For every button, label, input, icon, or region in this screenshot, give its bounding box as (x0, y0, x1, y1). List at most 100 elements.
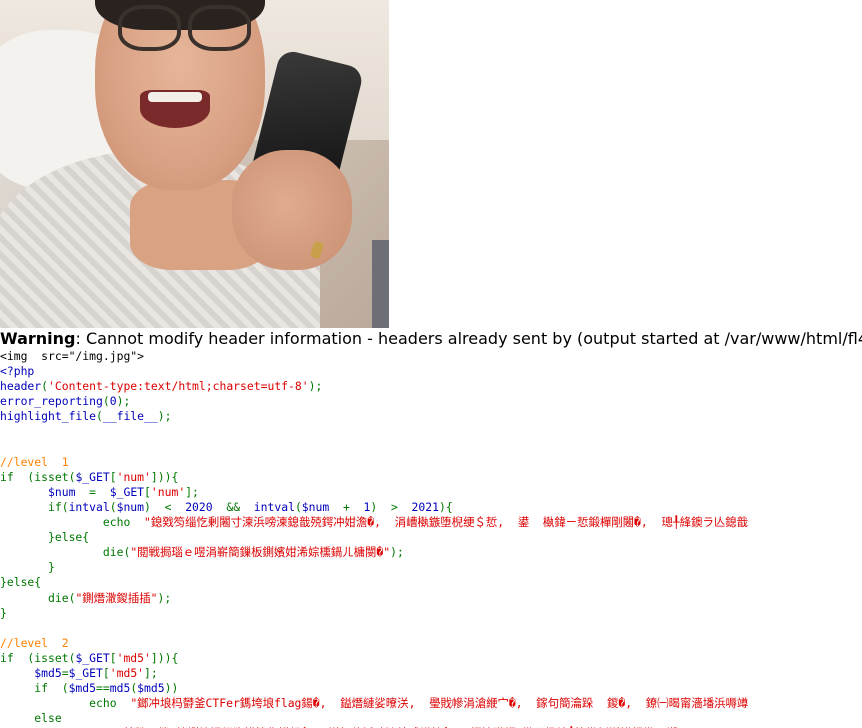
code-token: 2021 (411, 499, 439, 514)
code-token: = (89, 484, 110, 499)
code-token: "鎴戣笉缁忔剰闂寸湅浜嗙湅鎴戠殑鍔冲姏澹�, 涓嶆槸鏃堕棿绠＄悊, 鍙 槸鍏ㄧ悊… (144, 515, 749, 530)
code-line: if (isset($_GET['num'])){ (0, 470, 862, 485)
code-token: "閲戦挶瑙ｅ喅涓嶄簡鏁板鍘嬪姏浠婃櫄鍋ㄦ槦閿�" (130, 545, 391, 560)
code-token: } (0, 605, 7, 620)
photo-glasses-left (118, 5, 181, 51)
code-line: echo "鎴戣笉缁忔剰闂寸湅浜嗙湅鎴戠殑鍔冲姏澹�, 涓嶆槸鏃堕棿绠＄悊, 鍙… (0, 515, 862, 530)
code-token: else (0, 711, 62, 726)
code-token: ); (308, 379, 323, 394)
code-token: echo (0, 696, 131, 711)
code-token: ); (116, 394, 131, 409)
code-token: } (0, 560, 55, 575)
code-token: $num (116, 499, 145, 514)
code-token: + (342, 499, 364, 514)
code-token: [ (102, 665, 110, 680)
code-token: 'md5' (116, 650, 151, 665)
code-token: if (isset( (0, 650, 76, 665)
code-token: "鎯冲埌杩欎釜CTFer鎷垮埌flag鍚�, 鎰熸縺娑曢浂, 璺戝幓涓滄緶宀�,… (130, 696, 749, 711)
code-token: highlight_file (0, 409, 97, 424)
code-token: <img src="/img.jpg"> (0, 349, 145, 363)
code-line: //level 1 (0, 455, 862, 470)
header-photo (0, 0, 389, 328)
code-token: ); (157, 409, 172, 424)
code-token: intval (253, 499, 295, 514)
code-token: die( (0, 590, 76, 605)
code-token: if (isset( (0, 469, 76, 484)
code-token: }else{ (0, 530, 90, 545)
code-token: die( (0, 545, 131, 560)
code-token: [ (109, 650, 117, 665)
code-token: ]; (144, 665, 158, 680)
code-token: == (96, 681, 110, 696)
warning-label: Warning (0, 329, 76, 348)
code-token: echo (0, 515, 145, 530)
photo-glasses-right (188, 5, 251, 51)
code-token: ) < (144, 499, 186, 514)
code-token: //level 1 (0, 454, 69, 469)
code-line: header('Content-type:text/html;charset=u… (0, 379, 862, 394)
code-token: ) > (370, 499, 412, 514)
code-line: die("鍘熸潵鍐插插"); (0, 591, 862, 606)
code-token: intval (68, 499, 110, 514)
code-token: header (0, 379, 42, 394)
code-token: ])){ (150, 469, 179, 484)
code-token: 'md5' (109, 665, 145, 680)
warning-message: : Cannot modify header information - hea… (75, 329, 862, 348)
code-line: if (isset($_GET['md5'])){ (0, 651, 862, 666)
code-line: //level 2 (0, 636, 862, 651)
code-token: ( (294, 499, 302, 514)
code-token: //level 2 (0, 635, 69, 650)
code-token: if( (0, 499, 69, 514)
code-line: <?php (0, 364, 862, 379)
code-token: )) (164, 681, 179, 696)
photo-bedrail (372, 240, 389, 328)
photo-teeth (148, 92, 202, 102)
code-token: $_GET (75, 469, 110, 484)
code-token: error_reporting (0, 394, 103, 409)
code-line: <img src="/img.jpg"> (0, 349, 862, 364)
code-token: ); (157, 590, 172, 605)
code-token: $num (301, 499, 343, 514)
code-token: ])){ (150, 650, 179, 665)
code-token: 2020 (185, 499, 227, 514)
code-token: ){ (438, 499, 453, 514)
code-token: 0 (109, 394, 117, 409)
code-line: error_reporting(0); (0, 394, 862, 409)
code-token: $md5 (68, 681, 97, 696)
code-token: ]; (185, 484, 199, 499)
code-token: }else{ (0, 575, 42, 590)
code-token: ( (96, 409, 103, 424)
code-line: } (0, 606, 862, 621)
code-token: <?php (0, 364, 35, 379)
code-token: ( (109, 499, 117, 514)
code-line: $md5=$_GET['md5']; (0, 666, 862, 681)
code-token: $md5 (137, 681, 165, 696)
code-token: 'num' (116, 469, 151, 484)
code-token: $_GET (75, 650, 110, 665)
code-line: echo "鎯冲埌杩欎釜CTFer鎷垮埌flag鍚�, 鎰熸縺娑曢浂, 璺戝幓涓… (0, 696, 862, 711)
code-token: ); (390, 545, 404, 560)
code-line: die("閲戦挶瑙ｅ喅涓嶄簡鏁板鍘嬪姏浠婃櫄鍋ㄦ槦閿�"); (0, 545, 862, 560)
php-warning: Warning: Cannot modify header informatio… (0, 329, 862, 349)
code-token: = (61, 665, 69, 680)
code-line: $num = $_GET['num']; (0, 485, 862, 500)
code-token: ( (41, 379, 49, 394)
code-token: $_GET (109, 484, 145, 499)
code-token: 'Content-type:text/html;charset=utf-8' (48, 379, 309, 394)
code-token: && (226, 499, 254, 514)
code-token: __file__ (102, 409, 158, 424)
code-token: md5 (109, 681, 131, 696)
code-line: if(intval($num) < 2020 && intval($num + … (0, 500, 862, 515)
code-line: }else{ (0, 530, 862, 545)
code-line: highlight_file(__file__); (0, 409, 862, 424)
source-code-listing: <img src="/img.jpg"> <?php header('Content… (0, 349, 862, 728)
code-token: ( (102, 394, 110, 409)
code-token: [ (109, 469, 117, 484)
code-line: } (0, 560, 862, 575)
code-token: if ( (0, 681, 69, 696)
